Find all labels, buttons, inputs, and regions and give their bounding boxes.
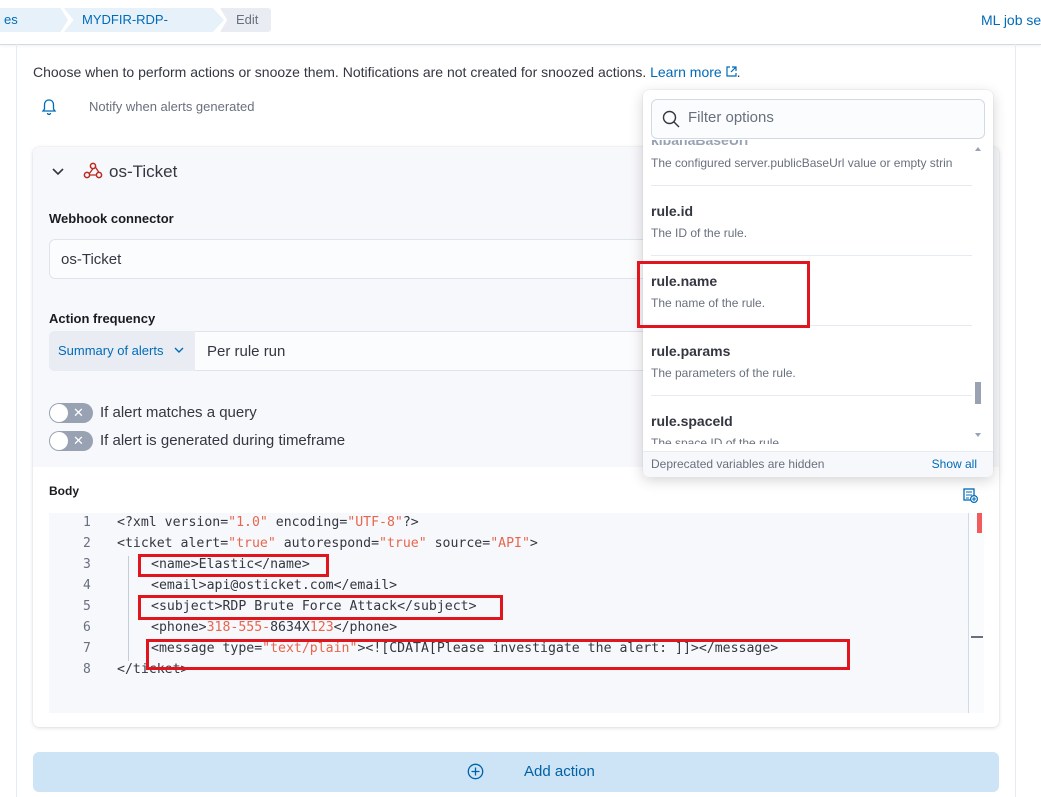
column-border-right (1015, 44, 1016, 797)
close-icon: ✕ (73, 433, 84, 448)
summary-of-alerts-select[interactable]: Summary of alerts (49, 331, 195, 371)
action-frequency-label: Action frequency (49, 311, 156, 326)
add-variable-icon[interactable] (963, 488, 978, 503)
close-icon: ✕ (73, 405, 84, 420)
code-line-6: <phone>318-555-8634X123</phone> (151, 620, 398, 635)
breadcrumb-rules[interactable]: es (SIE... (0, 8, 68, 32)
webhook-icon (83, 162, 103, 179)
code-line-2: <ticket alert="true" autorespond="true" … (117, 536, 538, 551)
webhook-connector-select[interactable] (49, 239, 669, 279)
external-link-icon (725, 66, 737, 77)
popover-footer: Deprecated variables are hidden Show all (643, 451, 993, 477)
webhook-connector-label: Webhook connector (49, 211, 174, 226)
top-header: es (SIE... MYDFIR-RDP-Brute-... Edit ML … (0, 0, 1041, 45)
scroll-down-icon[interactable] (975, 432, 981, 438)
chevron-down-icon[interactable] (50, 163, 66, 179)
code-line-1: <?xml version="1.0" encoding="UTF-8"?> (117, 515, 419, 530)
editor-scrollbar[interactable] (968, 513, 984, 713)
code-line-4: <email>api@osticket.com</email> (151, 578, 398, 593)
line-number: 2 (83, 536, 91, 551)
line-number: 7 (83, 641, 91, 656)
option-title: rule.spaceId (651, 413, 733, 429)
highlight-subject-line (138, 595, 503, 620)
highlight-message-line (146, 639, 850, 670)
webhook-connector-value: os-Ticket (61, 251, 122, 268)
summary-of-alerts-label: Summary of alerts (58, 343, 164, 358)
per-rule-run-value: Per rule run (207, 343, 286, 360)
learn-more-link[interactable]: Learn more (650, 64, 737, 80)
line-number: 8 (83, 662, 91, 677)
plus-circle-icon (467, 763, 484, 780)
breadcrumb-edit: Edit (220, 8, 271, 32)
scroll-up-icon[interactable] (975, 146, 981, 152)
add-action-button[interactable]: Add action (33, 752, 999, 792)
actions-intro-text: Choose when to perform actions or snooze… (33, 64, 740, 80)
option-desc: The space ID of the rule. (651, 436, 783, 444)
alert-timeframe-label: If alert is generated during timeframe (100, 432, 346, 449)
line-number: 3 (83, 557, 91, 572)
highlight-name-line (138, 554, 329, 577)
alert-timeframe-toggle[interactable]: ✕ (49, 431, 93, 451)
deprecated-hidden-note: Deprecated variables are hidden (651, 457, 825, 471)
ml-job-settings-link[interactable]: ML job se (981, 12, 1041, 28)
indent-guide (128, 556, 129, 661)
bell-icon (41, 99, 57, 116)
column-border-left (16, 44, 17, 797)
line-number: 1 (83, 515, 91, 530)
breadcrumb-rule-name[interactable]: MYDFIR-RDP-Brute-... (64, 8, 224, 32)
alert-query-label: If alert matches a query (100, 404, 257, 421)
action-title: os-Ticket (109, 162, 178, 181)
popover-scrollbar-thumb[interactable] (975, 382, 981, 404)
notify-when-label: Notify when alerts generated (89, 99, 255, 114)
line-number: 6 (83, 620, 91, 635)
line-number: 5 (83, 599, 91, 614)
intro-text: Choose when to perform actions or snooze… (33, 64, 647, 80)
line-number: 4 (83, 578, 91, 593)
show-all-link[interactable]: Show all (932, 457, 977, 471)
intro-trail: . (736, 64, 741, 80)
body-label: Body (49, 484, 79, 498)
add-action-label: Add action (524, 763, 595, 780)
highlight-rule-name-option (637, 261, 810, 328)
alert-query-toggle[interactable]: ✕ (49, 403, 93, 423)
chevron-down-icon (174, 347, 184, 353)
